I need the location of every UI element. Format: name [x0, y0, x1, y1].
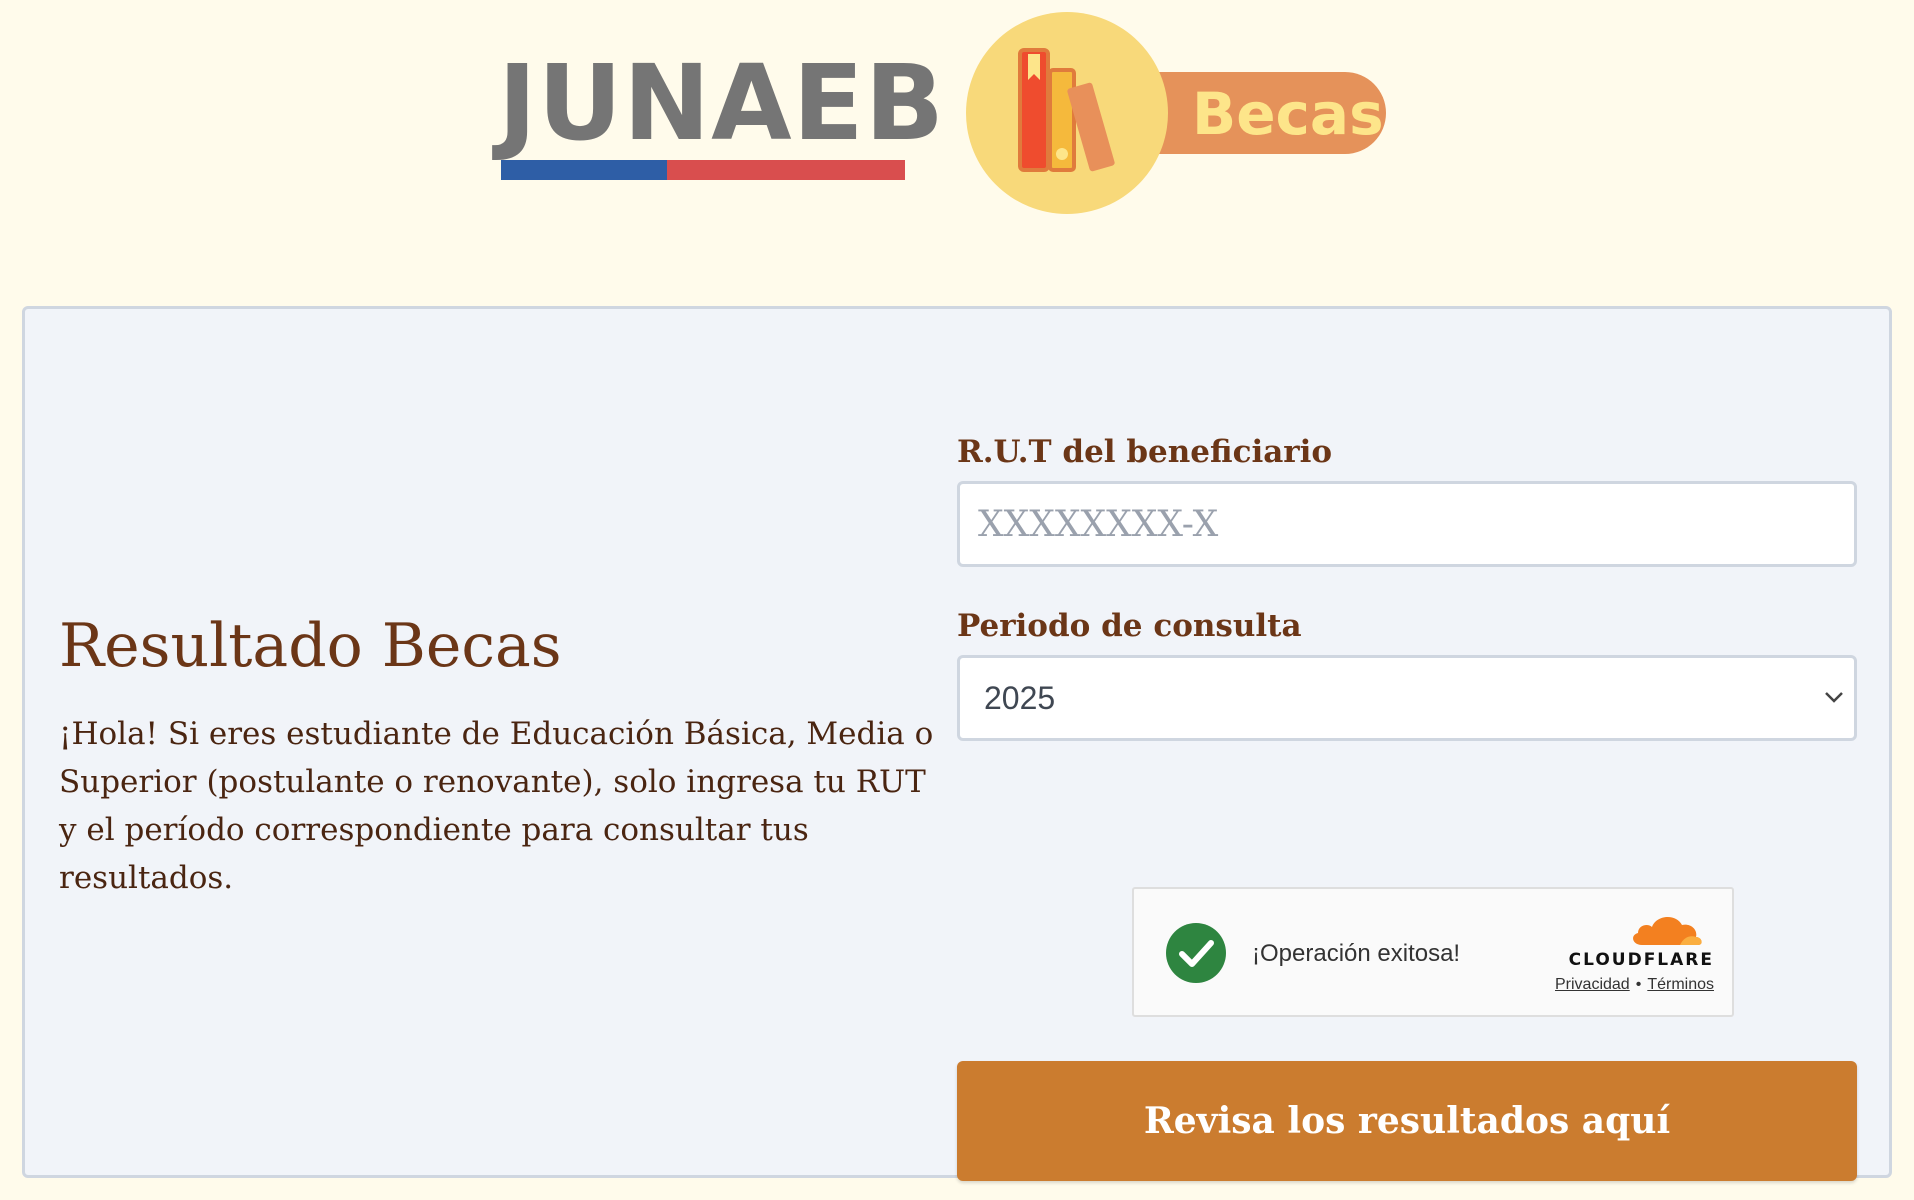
- cloudflare-turnstile[interactable]: ¡Operación exitosa! CLOUDFLARE Privacida…: [1132, 887, 1734, 1017]
- flag-blue-stripe: [501, 160, 667, 180]
- captcha-links: Privacidad • Términos: [1484, 975, 1714, 995]
- cloudflare-brand: CLOUDFLARE: [1568, 950, 1714, 970]
- rut-input[interactable]: [957, 481, 1857, 567]
- junaeb-logo[interactable]: JUNAEB: [498, 38, 944, 188]
- submit-button[interactable]: Revisa los resultados aquí: [957, 1061, 1857, 1181]
- chevron-down-icon: [1825, 692, 1843, 703]
- junaeb-flag-bar: [501, 160, 905, 180]
- check-circle-icon: [1166, 923, 1226, 983]
- intro-description: ¡Hola! Si eres estudiante de Educación B…: [59, 716, 934, 896]
- intro-section: Resultado Becas ¡Hola! Si eres estudiant…: [59, 606, 939, 902]
- books-icon: [1018, 48, 1115, 172]
- becas-logo[interactable]: Becas: [966, 12, 1426, 214]
- privacy-link[interactable]: Privacidad: [1555, 976, 1630, 993]
- rut-label: R.U.T del beneficiario: [957, 434, 1333, 470]
- becas-circle: [966, 12, 1168, 214]
- periodo-label: Periodo de consulta: [957, 608, 1302, 644]
- flag-red-stripe: [667, 160, 905, 180]
- site-header: JUNAEB Becas: [0, 0, 1914, 300]
- periodo-selected-value: 2025: [957, 655, 1857, 741]
- results-card: Resultado Becas ¡Hola! Si eres estudiant…: [22, 306, 1892, 1181]
- becas-logo-text: Becas: [1192, 80, 1384, 148]
- junaeb-logo-text: JUNAEB: [498, 42, 945, 164]
- periodo-select[interactable]: 2025: [957, 655, 1857, 741]
- page-title: Resultado Becas: [59, 611, 562, 681]
- captcha-status-text: ¡Operación exitosa!: [1252, 940, 1461, 967]
- search-form: R.U.T del beneficiario Periodo de consul…: [957, 431, 1857, 1181]
- link-separator: •: [1635, 976, 1642, 993]
- cloudflare-cloud-icon: [1633, 916, 1702, 945]
- terms-link[interactable]: Términos: [1647, 976, 1714, 993]
